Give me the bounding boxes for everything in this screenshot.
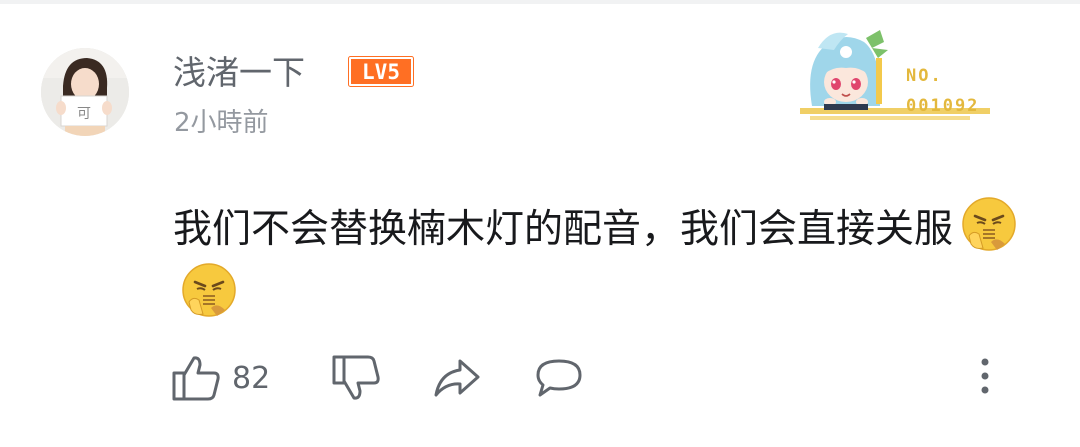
level-badge: LV5 <box>348 56 414 87</box>
thumb-up-icon <box>170 355 222 401</box>
avatar[interactable]: 可 <box>41 48 129 136</box>
comment-text-body: 我们不会替换楠木灯的配音，我们会直接关服 <box>173 207 954 252</box>
comment-action-bar: 82 <box>170 352 1040 404</box>
share-icon <box>432 355 482 401</box>
sick-face-emoji <box>961 196 1017 252</box>
sick-face-emoji <box>181 262 237 318</box>
like-count: 82 <box>232 360 271 396</box>
timestamp: 2小時前 <box>174 108 269 138</box>
thumb-down-icon <box>330 355 382 401</box>
top-divider <box>0 0 1080 4</box>
more-button[interactable] <box>965 352 1005 402</box>
share-button[interactable] <box>432 352 482 404</box>
reply-button[interactable] <box>534 352 584 404</box>
comment-text: 我们不会替换楠木灯的配音，我们会直接关服 <box>173 196 1043 328</box>
more-vertical-icon <box>965 358 1005 406</box>
like-button[interactable]: 82 <box>170 352 270 404</box>
reply-icon <box>534 355 584 401</box>
username[interactable]: 浅渚一下 <box>173 53 305 93</box>
level-badge-text: LV5 <box>362 60 400 84</box>
dislike-button[interactable] <box>330 352 382 404</box>
svg-text:可: 可 <box>77 106 91 122</box>
fan-badge-number: 001092 <box>906 96 980 116</box>
fan-badge-label: NO. <box>906 66 943 86</box>
